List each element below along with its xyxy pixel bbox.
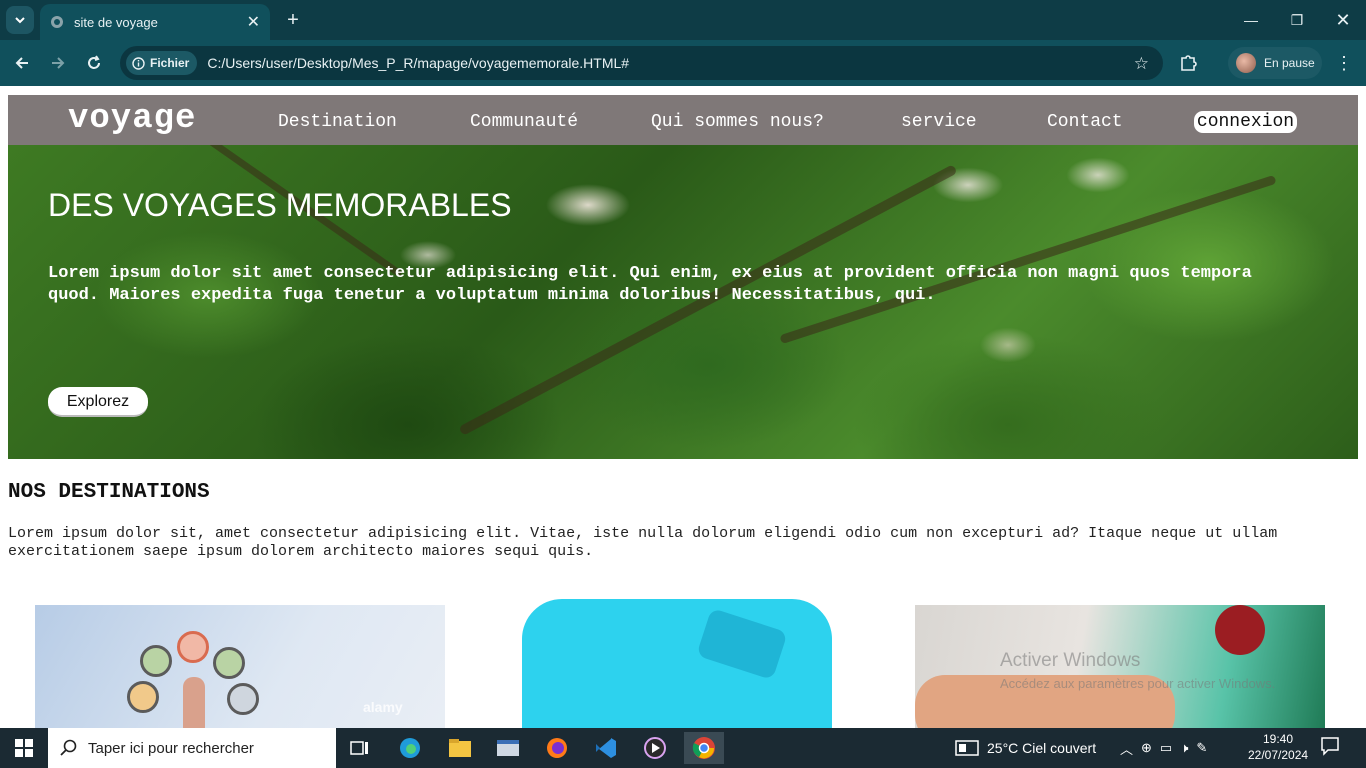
clock-time: 19:40	[1262, 732, 1294, 746]
folder-app-icon	[127, 681, 159, 713]
site-info-label: Fichier	[150, 56, 190, 70]
edge-icon[interactable]	[390, 732, 430, 764]
chrome-icon[interactable]	[684, 732, 724, 764]
windows-activation-watermark: Activer Windows Accédez aux paramètres p…	[1000, 650, 1275, 691]
minimize-button[interactable]: —	[1228, 0, 1274, 40]
watermark-line2: Accédez aux paramètres pour activer Wind…	[1000, 676, 1276, 691]
nav-link-destination[interactable]: Destination	[278, 112, 397, 132]
battery-icon[interactable]: ▭	[1160, 740, 1172, 756]
arrow-left-icon	[15, 57, 28, 69]
weather-text: 25°C Ciel couvert	[987, 740, 1097, 756]
pen-icon[interactable]: ✎	[1196, 740, 1207, 756]
avatar	[1236, 53, 1256, 73]
address-bar[interactable]: Fichier C:/Users/user/Desktop/Mes_P_R/ma…	[120, 46, 1163, 80]
taskbar-search[interactable]: Taper ici pour rechercher	[48, 728, 336, 768]
tray-chevron-icon[interactable]: ︿	[1120, 739, 1133, 758]
destination-card-2[interactable]	[452, 595, 860, 728]
login-button[interactable]: connexion	[1194, 111, 1297, 133]
task-view-icon[interactable]	[340, 732, 380, 764]
start-button[interactable]	[0, 728, 48, 768]
back-button[interactable]	[10, 51, 34, 75]
watermark-line1: Activer Windows	[1000, 650, 1141, 671]
vscode-icon[interactable]	[586, 732, 626, 764]
weather-icon	[955, 740, 979, 756]
url-text[interactable]: C:/Users/user/Desktop/Mes_P_R/mapage/voy…	[207, 55, 629, 71]
globe-icon	[51, 16, 63, 28]
notifications-button[interactable]	[1320, 736, 1346, 760]
settings-app-icon	[140, 645, 172, 677]
search-icon	[60, 739, 77, 756]
reload-button[interactable]	[82, 51, 106, 75]
site-logo[interactable]: voyage	[68, 100, 196, 138]
mail-app-icon	[227, 683, 259, 715]
system-tray: ︿ ⊕ ▭ 🕨 ✎	[1120, 728, 1207, 768]
profile-status: En pause	[1264, 56, 1315, 70]
profile-button[interactable]: En pause	[1228, 47, 1322, 79]
nav-link-service[interactable]: service	[901, 112, 977, 132]
arrow-right-icon	[52, 57, 65, 69]
network-icon[interactable]: ⊕	[1141, 740, 1152, 756]
nav-link-about[interactable]: Qui sommes nous?	[651, 112, 824, 132]
taskbar-search-placeholder: Taper ici pour rechercher	[88, 739, 254, 757]
nav-link-communaute[interactable]: Communauté	[470, 112, 578, 132]
notification-icon	[1321, 737, 1339, 756]
app-window-icon[interactable]	[488, 732, 528, 764]
site-info-chip[interactable]: Fichier	[126, 51, 198, 75]
red-button-image	[1215, 605, 1265, 655]
shirt-image	[522, 599, 832, 728]
media-player-icon[interactable]	[635, 732, 675, 764]
taskbar-clock[interactable]: 19:40 22/07/2024	[1248, 731, 1308, 763]
tab-title: site de voyage	[74, 14, 158, 30]
chevron-down-icon	[15, 17, 25, 24]
windows-taskbar: Taper ici pour rechercher 25°C Ciel couv…	[0, 728, 1366, 768]
browser-tabstrip: site de voyage ✕ + — ❐ ✕	[0, 0, 1366, 40]
site-header: voyage Destination Communauté Qui sommes…	[8, 95, 1358, 145]
chat-app-icon	[213, 647, 245, 679]
puzzle-icon	[1181, 55, 1197, 71]
hero-description: Lorem ipsum dolor sit amet consectetur a…	[48, 264, 1252, 305]
file-explorer-icon[interactable]	[440, 732, 480, 764]
web-page: voyage Destination Communauté Qui sommes…	[0, 86, 1366, 728]
play-app-icon	[177, 631, 209, 663]
nav-link-contact[interactable]: Contact	[1047, 112, 1123, 132]
restore-button[interactable]: ❐	[1274, 0, 1320, 40]
close-window-button[interactable]: ✕	[1320, 0, 1366, 40]
volume-icon[interactable]: 🕨	[1180, 740, 1188, 756]
tab-search-button[interactable]	[6, 6, 34, 34]
reload-icon	[88, 55, 100, 69]
extensions-button[interactable]	[1178, 51, 1202, 75]
hero-banner: DES VOYAGES MEMORABLES Lorem ipsum dolor…	[8, 145, 1358, 459]
weather-widget[interactable]: 25°C Ciel couvert	[955, 728, 1096, 768]
bookmark-star-icon[interactable]: ☆	[1134, 54, 1149, 74]
destinations-description: Lorem ipsum dolor sit, amet consectetur …	[8, 525, 1278, 560]
destination-card-1[interactable]: alamy	[35, 605, 445, 728]
hero-title: DES VOYAGES MEMORABLES	[48, 187, 512, 223]
info-icon	[132, 56, 145, 70]
forward-button[interactable]	[46, 51, 70, 75]
browser-menu-icon[interactable]: ⋮	[1334, 51, 1354, 75]
stock-watermark: alamy	[363, 699, 403, 715]
hero-branch-shape	[779, 174, 1277, 345]
new-tab-button[interactable]: +	[282, 9, 304, 31]
browser-tab-active[interactable]: site de voyage ✕	[40, 4, 270, 40]
browser-toolbar: Fichier C:/Users/user/Desktop/Mes_P_R/ma…	[0, 40, 1366, 86]
firefox-icon[interactable]	[537, 732, 577, 764]
destinations-title: NOS DESTINATIONS	[8, 481, 210, 504]
finger-image	[183, 677, 205, 728]
tab-close-icon[interactable]: ✕	[247, 12, 260, 32]
explore-button[interactable]: Explorez	[48, 387, 148, 417]
windows-logo-icon	[15, 739, 33, 757]
clock-date: 22/07/2024	[1248, 748, 1309, 762]
